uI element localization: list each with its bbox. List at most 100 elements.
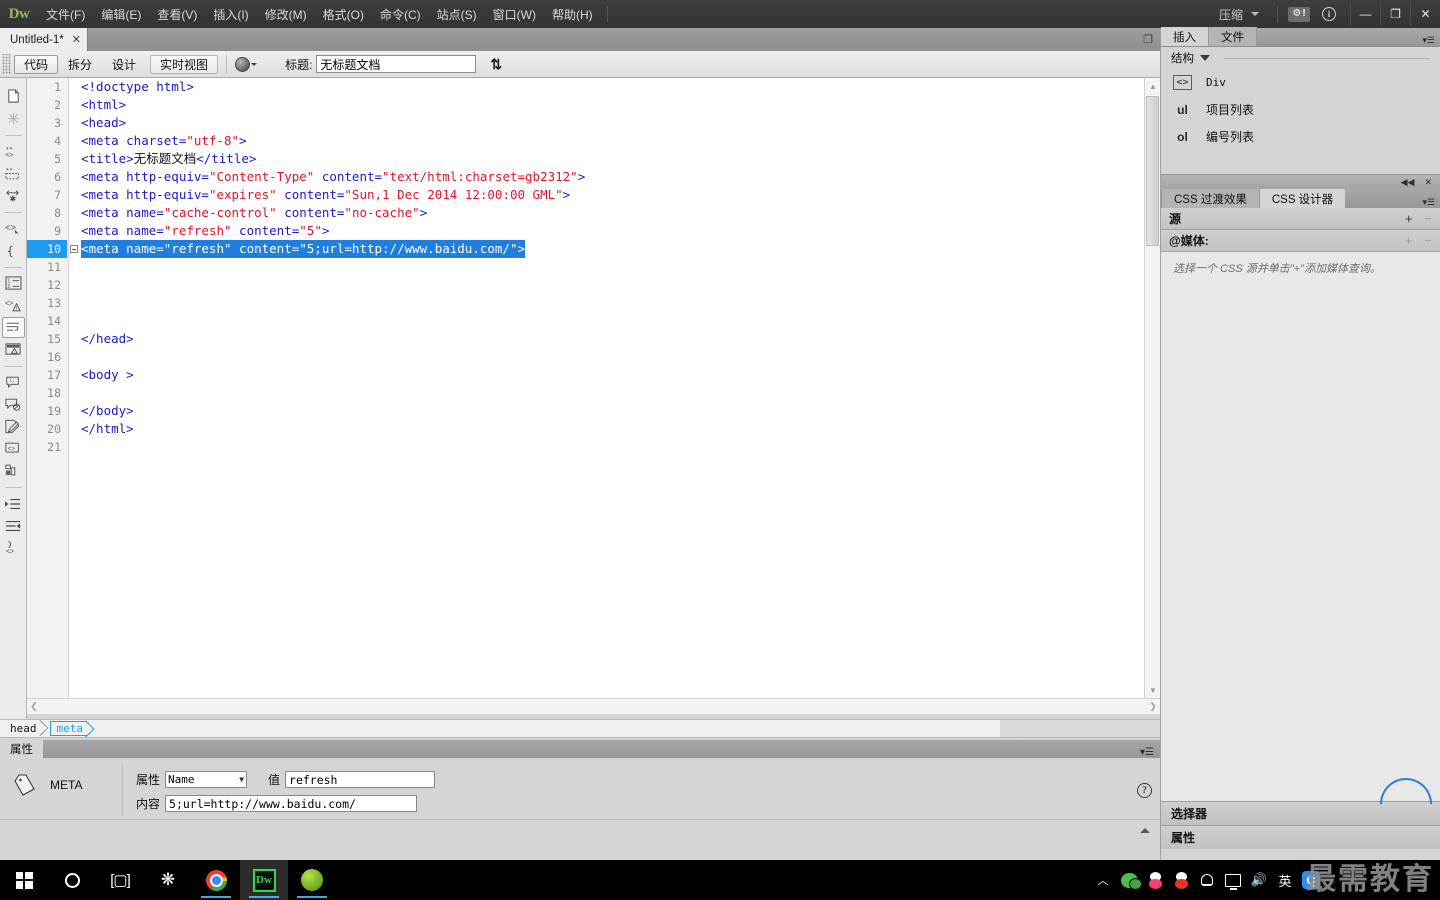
editor-vertical-scrollbar[interactable]: ▲ ▼ [1144,78,1160,698]
view-split-button[interactable]: 拆分 [58,55,102,74]
file-management-icon[interactable]: ⇅ [490,56,502,73]
wrap-tag-icon[interactable] [2,416,25,437]
close-icon[interactable]: ✕ [1424,177,1432,188]
menu-modify[interactable]: 修改(M) [257,0,315,28]
expand-collapse-triangle-icon[interactable] [1140,828,1150,833]
notification-button[interactable] [1194,860,1220,900]
highlight-invalid-code-icon[interactable]: <> [2,218,25,239]
menu-window[interactable]: 窗口(W) [485,0,544,28]
scroll-right-arrow-icon[interactable]: ❯ [1146,701,1160,712]
balance-braces-icon[interactable]: ✱ [2,185,25,206]
chevron-down-icon[interactable] [1251,12,1259,16]
view-code-button[interactable]: 代码 [14,54,59,74]
code-line[interactable]: 19 </body> [27,402,1144,420]
live-view-button[interactable]: 实时视图 [150,54,219,74]
wechat-tray-icon[interactable] [1116,860,1142,900]
ime-language-button[interactable]: 英 [1272,860,1298,900]
tag-chip-head[interactable]: head [4,721,41,736]
code-line[interactable]: 10 <meta name="refresh" content="5;url=ht… [27,240,1144,258]
menu-format[interactable]: 格式(O) [315,0,372,28]
apply-comment-block-icon[interactable]: !-- [2,372,25,393]
qq-pink-tray-icon[interactable] [1142,860,1168,900]
start-button[interactable] [0,860,48,900]
workspace-switcher-label[interactable]: 压缩 [1209,6,1247,23]
code-editor[interactable]: 1 <!doctype html> 2 <html> 3 <head> 4 <meta cha… [27,78,1144,698]
tab-properties[interactable]: 属性 [0,740,43,758]
menu-commands[interactable]: 命令(C) [372,0,429,28]
word-wrap-icon[interactable] [1,317,25,338]
document-title-input[interactable] [316,55,477,73]
code-line[interactable]: 9 <meta name="refresh" content="5"> [27,222,1144,240]
code-line[interactable]: 12 [27,276,1144,294]
remove-comment-icon[interactable] [2,394,25,415]
code-lines-container[interactable]: 1 <!doctype html> 2 <html> 3 <head> 4 <meta cha… [27,78,1144,698]
menu-site[interactable]: 站点(S) [429,0,485,28]
code-line[interactable]: 18 [27,384,1144,402]
tab-files[interactable]: 文件 [1208,27,1257,46]
tag-chip-meta[interactable]: meta [49,721,87,736]
menu-edit[interactable]: 编辑(E) [93,0,149,28]
syntax-error-alerts-icon[interactable] [2,339,25,360]
code-line[interactable]: 6 <meta http-equiv="Content-Type" content… [27,168,1144,186]
open-documents-icon[interactable] [2,86,25,107]
code-line[interactable]: 15 </head> [27,330,1144,348]
restore-document-icon[interactable]: ❐ [1136,28,1160,51]
cc-sync-button[interactable]: ⚙! [1284,0,1314,28]
panel-splitter-bar[interactable]: ◀◀ ✕ [1161,174,1440,189]
value-input[interactable] [285,771,436,788]
restore-button[interactable]: ❐ [1380,2,1410,26]
menu-file[interactable]: 文件(F) [38,0,93,28]
menu-help[interactable]: 帮助(H) [544,0,601,28]
remove-source-icon[interactable]: − [1424,211,1432,226]
tab-insert[interactable]: 插入 [1161,27,1208,46]
expand-all-icon[interactable]: ‣‣ <> [2,141,25,162]
fan-app-button[interactable]: ❋ [144,860,192,900]
chrome-taskbar-button[interactable] [192,860,240,900]
add-source-icon[interactable]: + [1405,211,1413,226]
collapse-full-tag-icon[interactable] [2,108,25,129]
panel-menu-icon[interactable]: ▾☰ [1422,35,1435,46]
scroll-down-arrow-icon[interactable]: ▼ [1145,682,1161,698]
vertical-scroll-thumb[interactable] [1146,96,1159,246]
qq-red-tray-icon[interactable] [1168,860,1194,900]
code-line[interactable]: 20 </html> [27,420,1144,438]
highlight-invalid-icon[interactable]: <>! [2,295,25,316]
question-mark-icon[interactable]: ? [1137,783,1152,798]
content-input[interactable] [165,795,418,812]
code-fold-toggle-icon[interactable] [67,240,81,258]
panel-menu-icon[interactable]: ▾☰ [1422,197,1435,208]
move-to-snippet-icon[interactable] [2,460,25,481]
remove-media-icon[interactable]: − [1424,233,1432,248]
close-button[interactable]: ✕ [1410,2,1440,26]
show-hidden-icons-button[interactable]: ︿ [1090,860,1116,900]
recent-snippets-icon[interactable]: <> [2,438,25,459]
help-info-button[interactable]: i [1314,0,1344,28]
green-app-taskbar-button[interactable] [288,860,336,900]
code-line[interactable]: 5 <title>无标题文档</title> [27,150,1144,168]
scroll-up-arrow-icon[interactable]: ▲ [1145,78,1161,94]
apply-comment-icon[interactable]: { } [2,240,25,261]
code-line[interactable]: 7 <meta http-equiv="expires" content="Sun… [27,186,1144,204]
insert-item-ul[interactable]: ul 项目列表 [1161,96,1440,123]
minimize-button[interactable]: — [1350,2,1380,26]
code-line[interactable]: 13 [27,294,1144,312]
insert-item-ol[interactable]: ol 编号列表 [1161,123,1440,150]
tab-css-designer[interactable]: CSS 设计器 [1259,189,1346,208]
code-line[interactable]: 2 <html> [27,96,1144,114]
chevron-down-icon[interactable] [1200,55,1210,61]
add-media-icon[interactable]: + [1405,233,1413,248]
code-line[interactable]: 8 <meta name="cache-control" content="no-… [27,204,1144,222]
volume-button[interactable]: 🔊 [1246,860,1272,900]
search-button[interactable] [48,860,96,900]
display-settings-icon[interactable] [1220,860,1246,900]
code-line[interactable]: 4 <meta charset="utf-8"> [27,132,1144,150]
attribute-select[interactable]: Name ▼ [165,771,248,788]
code-line[interactable]: 17 <body > [27,366,1144,384]
code-line[interactable]: 1 <!doctype html> [27,78,1144,96]
code-line[interactable]: 3 <head> [27,114,1144,132]
task-view-button[interactable]: [▢] [96,860,144,900]
indent-code-icon[interactable] [2,493,25,514]
toolbar-grip[interactable] [2,54,11,74]
collapse-panel-icon[interactable]: ◀◀ [1401,177,1415,188]
dreamweaver-taskbar-button[interactable]: Dw [240,860,288,900]
